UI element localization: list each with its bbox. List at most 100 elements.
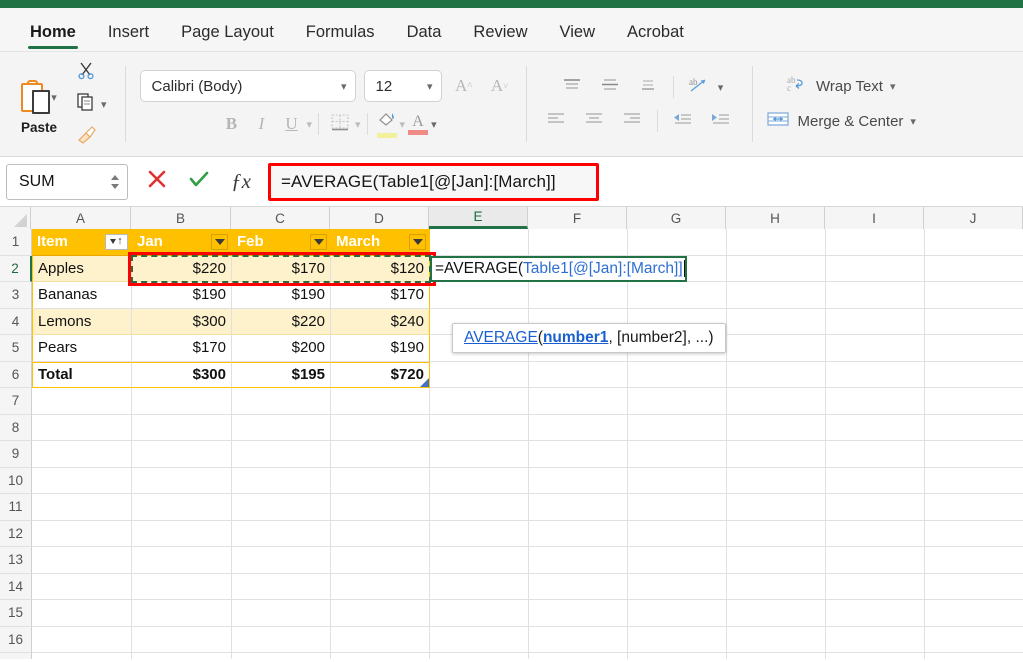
cell-J4[interactable] <box>925 309 1023 335</box>
cell-E9[interactable] <box>430 441 529 468</box>
tooltip-arg-number1[interactable]: number1 <box>543 329 608 346</box>
cell-C8[interactable] <box>232 414 331 441</box>
cell-B7[interactable] <box>132 388 232 415</box>
cell-E17[interactable] <box>430 653 529 659</box>
cell-H1[interactable] <box>727 229 826 256</box>
copy-button[interactable]: ▾ <box>76 89 107 119</box>
cell-H3[interactable] <box>727 282 826 309</box>
cell-H10[interactable] <box>727 467 826 494</box>
merge-center-button[interactable]: Merge & Center ▾ <box>765 109 916 134</box>
cut-button[interactable] <box>76 57 107 87</box>
row-header-1[interactable]: 1 <box>0 229 32 256</box>
cell-B9[interactable] <box>132 441 232 468</box>
paste-button[interactable]: ▾ Paste <box>8 74 70 135</box>
italic-button[interactable]: I <box>246 110 276 138</box>
cell-I7[interactable] <box>826 388 925 415</box>
cell-F16[interactable] <box>529 626 628 653</box>
cell-C10[interactable] <box>232 467 331 494</box>
cell-E13[interactable] <box>430 547 529 574</box>
cell-F3[interactable] <box>529 282 628 309</box>
ribbon-tab-page-layout[interactable]: Page Layout <box>165 23 290 51</box>
cell-B11[interactable] <box>132 494 232 521</box>
row-header-13[interactable]: 13 <box>0 547 32 574</box>
wrap-text-chevron-down-icon[interactable]: ▾ <box>890 80 896 93</box>
cell-I13[interactable] <box>826 547 925 574</box>
font-name-chevron-down-icon[interactable]: ▾ <box>341 80 347 93</box>
cell-I10[interactable] <box>826 467 925 494</box>
cancel-formula-button[interactable] <box>136 164 178 200</box>
cell-I6[interactable] <box>826 361 925 388</box>
cell-A15[interactable] <box>32 600 132 627</box>
cell-A13[interactable] <box>32 547 132 574</box>
formula-input[interactable]: =AVERAGE(Table1[@[Jan]:[March]] <box>271 165 596 198</box>
row-header-15[interactable]: 15 <box>0 600 32 627</box>
cell-J13[interactable] <box>925 547 1023 574</box>
ribbon-tab-insert[interactable]: Insert <box>92 23 165 51</box>
cell-D14[interactable] <box>331 573 430 600</box>
cell-H9[interactable] <box>727 441 826 468</box>
cell-I15[interactable] <box>826 600 925 627</box>
cell-J1[interactable] <box>925 229 1023 256</box>
row-header-14[interactable]: 14 <box>0 573 32 600</box>
cell-F9[interactable] <box>529 441 628 468</box>
table-cell-A4[interactable]: Lemons <box>32 308 132 335</box>
table-cell-C2[interactable]: $170 <box>232 255 331 282</box>
cell-H15[interactable] <box>727 600 826 627</box>
cell-A10[interactable] <box>32 467 132 494</box>
cell-G7[interactable] <box>628 388 727 415</box>
column-header-d[interactable]: D <box>330 207 429 229</box>
align-right-button[interactable] <box>613 109 651 133</box>
tooltip-function-name[interactable]: AVERAGE <box>464 329 538 346</box>
column-header-b[interactable]: B <box>131 207 231 229</box>
cell-J16[interactable] <box>925 627 1023 653</box>
table-cell-D6[interactable]: $720 <box>331 361 430 388</box>
table-resize-handle-icon[interactable] <box>420 378 429 387</box>
cell-G10[interactable] <box>628 467 727 494</box>
cell-F8[interactable] <box>529 414 628 441</box>
table-cell-A3[interactable]: Bananas <box>32 282 132 309</box>
row-header-3[interactable]: 3 <box>0 282 32 309</box>
filter-sort-asc-icon[interactable]: ↑ <box>105 233 128 250</box>
cell-G15[interactable] <box>628 600 727 627</box>
row-header-2[interactable]: 2 <box>0 255 32 282</box>
cell-I17[interactable] <box>826 653 925 659</box>
cell-B8[interactable] <box>132 414 232 441</box>
cell-J17[interactable] <box>925 653 1023 659</box>
cell-H2[interactable] <box>727 255 826 282</box>
table-cell-C4[interactable]: $220 <box>232 308 331 335</box>
cell-A8[interactable] <box>32 414 132 441</box>
cell-B15[interactable] <box>132 600 232 627</box>
font-color-button[interactable]: A <box>405 113 431 135</box>
table-cell-D4[interactable]: $240 <box>331 308 430 335</box>
cell-E1[interactable] <box>430 229 529 256</box>
row-header-4[interactable]: 4 <box>0 308 32 335</box>
borders-chevron-down-icon[interactable]: ▾ <box>355 118 361 131</box>
filter-icon[interactable] <box>310 233 327 250</box>
row-header-11[interactable]: 11 <box>0 494 32 521</box>
cell-J14[interactable] <box>925 574 1023 600</box>
decrease-indent-button[interactable] <box>664 109 702 133</box>
cell-G12[interactable] <box>628 520 727 547</box>
cell-H17[interactable] <box>727 653 826 659</box>
column-header-c[interactable]: C <box>231 207 330 229</box>
cell-H16[interactable] <box>727 626 826 653</box>
cell-J8[interactable] <box>925 415 1023 441</box>
cell-E16[interactable] <box>430 626 529 653</box>
cell-I5[interactable] <box>826 335 925 362</box>
cell-F7[interactable] <box>529 388 628 415</box>
align-middle-button[interactable] <box>591 75 629 99</box>
confirm-formula-button[interactable] <box>178 164 220 200</box>
row-header-16[interactable]: 16 <box>0 626 32 653</box>
row-header-12[interactable]: 12 <box>0 520 32 547</box>
cell-G14[interactable] <box>628 573 727 600</box>
cell-I8[interactable] <box>826 414 925 441</box>
cell-A14[interactable] <box>32 573 132 600</box>
cell-A17[interactable] <box>32 653 132 659</box>
table-header-item[interactable]: Item ↑ <box>32 229 132 256</box>
cell-H14[interactable] <box>727 573 826 600</box>
cell-F6[interactable] <box>529 361 628 388</box>
spinner-updown-icon[interactable] <box>109 173 121 191</box>
column-header-a[interactable]: A <box>31 207 131 229</box>
cell-I16[interactable] <box>826 626 925 653</box>
cell-E8[interactable] <box>430 414 529 441</box>
